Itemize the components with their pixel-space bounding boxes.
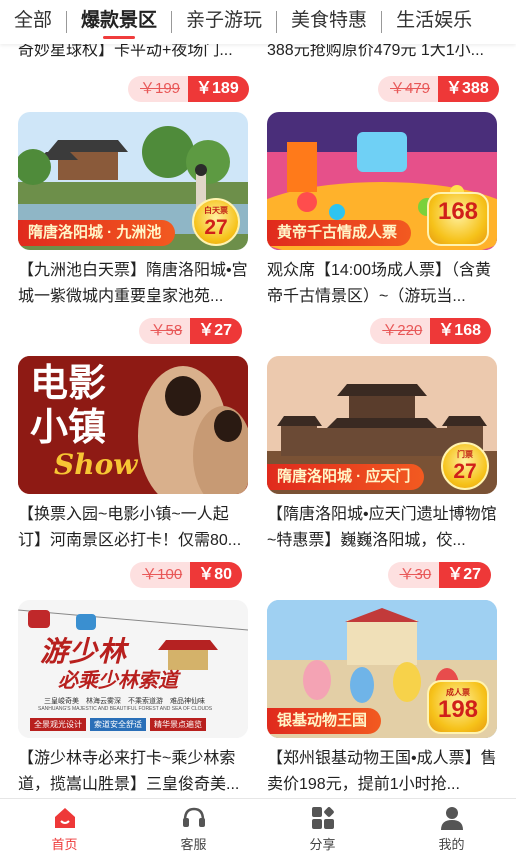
product-title[interactable]: 【换票入园~电影小镇~一人起订】河南景区必打卡！仅需80... [18, 502, 248, 554]
tab-all[interactable]: 全部 [0, 0, 66, 44]
tab-food-deals[interactable]: 美食特惠 [277, 0, 381, 44]
badge-label: 门票 [457, 450, 473, 459]
sale-price: ￥189 [188, 76, 249, 102]
share-icon [311, 807, 334, 829]
poster-subhead: 必乘少林索道 [58, 670, 178, 692]
product-title[interactable]: 【隋唐洛阳城•应天门遗址博物馆~特惠票】巍巍洛阳城，佼... [267, 502, 497, 554]
image-ribbon: 隋唐洛阳城 · 应天门 [267, 464, 425, 490]
nav-label: 我的 [438, 837, 465, 852]
poster-tag: 索道安全舒适 [90, 718, 146, 731]
product-image[interactable]: 游少林 必乘少林索道 三皇峻奇美 林海云雾深 不乘索道游 难品神仙味 SANHU… [18, 600, 248, 738]
poster-headline: 电影小镇 [30, 363, 107, 449]
poster-tag: 全景观光设计 [30, 718, 86, 731]
product-card[interactable]: 游少林 必乘少林索道 三皇峻奇美 林海云雾深 不乘索道游 难品神仙味 SANHU… [18, 600, 248, 797]
product-card[interactable]: 隋唐洛阳城 · 九洲池 白天票 27 【九洲池白天票】隋唐洛阳城•宫城一紫微城内… [18, 112, 248, 344]
price-tag: ￥100 ￥80 [130, 562, 242, 588]
price-tag: ￥479 ￥388 [378, 76, 499, 102]
product-image[interactable]: 银基动物王国 成人票 198 [267, 600, 497, 738]
original-price: ￥100 [130, 562, 191, 588]
nav-home[interactable]: 首页 [0, 799, 129, 860]
badge-price: 198 [437, 696, 479, 723]
app-page: 全部 爆款景区 亲子游玩 美食特惠 生活娱乐 奇妙星球权】卡平动+夜场门... … [0, 0, 516, 860]
badge-price: 27 [453, 460, 477, 483]
home-icon [54, 808, 75, 828]
tab-hot-scenic[interactable]: 爆款景区 [67, 0, 171, 44]
user-icon [440, 807, 463, 830]
price-badge: 168 [427, 192, 489, 246]
nav-label: 分享 [309, 837, 336, 852]
bottom-nav: 首页 客服 分享 我的 [0, 798, 516, 860]
original-price: ￥220 [370, 318, 431, 344]
tab-family-fun[interactable]: 亲子游玩 [172, 0, 276, 44]
product-card[interactable]: 银基动物王国 成人票 198 【郑州银基动物王国•成人票】售卖价198元，提前1… [267, 600, 497, 797]
badge-price: 168 [437, 198, 479, 225]
product-title[interactable]: 【游少林寺必来打卡~乘少林索道，揽嵩山胜景】三皇俊奇美... [18, 746, 248, 797]
price-badge: 白天票 27 [192, 198, 240, 246]
product-image[interactable]: 隋唐洛阳城 · 应天门 门票 27 [267, 356, 497, 494]
original-price: ￥30 [387, 562, 440, 588]
poster-english: SANHUANG'S MAJESTIC AND BEAUTIFUL FOREST… [38, 706, 213, 712]
sale-price: ￥80 [190, 562, 242, 588]
poster-tags: 全景观光设计 索道安全舒适 精华景点遍览 [30, 718, 206, 731]
price-tag: ￥30 ￥27 [387, 562, 491, 588]
product-title-partial[interactable]: 奇妙星球权】卡平动+夜场门... [18, 44, 248, 60]
original-price: ￥58 [138, 318, 191, 344]
poster-script: Show [54, 448, 138, 481]
tab-life-entertainment[interactable]: 生活娱乐 [382, 0, 486, 44]
product-title[interactable]: 【郑州银基动物王国•成人票】售卖价198元，提前1小时抢... [267, 746, 497, 797]
product-card[interactable]: 隋唐洛阳城 · 应天门 门票 27 【隋唐洛阳城•应天门遗址博物馆~特惠票】巍巍… [267, 356, 497, 588]
image-ribbon: 银基动物王国 [267, 708, 382, 734]
badge-label: 白天票 [204, 206, 228, 215]
sale-price: ￥27 [190, 318, 242, 344]
price-tag: ￥199 ￥189 [128, 76, 249, 102]
nav-share[interactable]: 分享 [258, 799, 387, 860]
price-tag: ￥220 ￥168 [370, 318, 491, 344]
original-price: ￥479 [378, 76, 439, 102]
product-image[interactable]: 黄帝千古情成人票 168 [267, 112, 497, 250]
nav-mine[interactable]: 我的 [387, 799, 516, 860]
nav-label: 客服 [180, 837, 207, 852]
poster-tag: 精华景点遍览 [150, 718, 206, 731]
original-price: ￥199 [128, 76, 189, 102]
sale-price: ￥168 [430, 318, 491, 344]
product-card[interactable]: 黄帝千古情成人票 168 观众席【14:00场成人票】（含黄帝千古情景区）~（游… [267, 112, 497, 344]
image-ribbon: 隋唐洛阳城 · 九洲池 [18, 220, 176, 246]
price-badge: 成人票 198 [427, 680, 489, 734]
product-image[interactable]: 电影小镇 Show [18, 356, 248, 494]
category-tabs: 全部 爆款景区 亲子游玩 美食特惠 生活娱乐 [0, 0, 516, 44]
product-grid: 奇妙星球权】卡平动+夜场门... ￥199 ￥189 388元抢购原价479元 … [0, 44, 516, 797]
headset-icon [182, 807, 205, 827]
price-badge: 门票 27 [441, 442, 489, 490]
product-title[interactable]: 【九洲池白天票】隋唐洛阳城•宫城一紫微城内重要皇家池苑... [18, 258, 248, 310]
image-ribbon: 黄帝千古情成人票 [267, 220, 412, 246]
nav-label: 首页 [51, 837, 78, 852]
product-title[interactable]: 观众席【14:00场成人票】（含黄帝千古情景区）~（游玩当... [267, 258, 497, 310]
product-image[interactable]: 隋唐洛阳城 · 九洲池 白天票 27 [18, 112, 248, 250]
price-tag: ￥58 ￥27 [138, 318, 242, 344]
nav-customer-service[interactable]: 客服 [129, 799, 258, 860]
product-title-partial[interactable]: 388元抢购原价479元 1大1小... [267, 44, 497, 60]
badge-price: 27 [204, 216, 228, 239]
sale-price: ￥388 [438, 76, 499, 102]
sale-price: ￥27 [439, 562, 491, 588]
poster-tagline: 三皇峻奇美 林海云雾深 不乘索道游 难品神仙味 [44, 698, 205, 705]
product-card[interactable]: 电影小镇 Show 【换票入园~电影小镇~一人起订】河南景区必打卡！仅需80..… [18, 356, 248, 588]
